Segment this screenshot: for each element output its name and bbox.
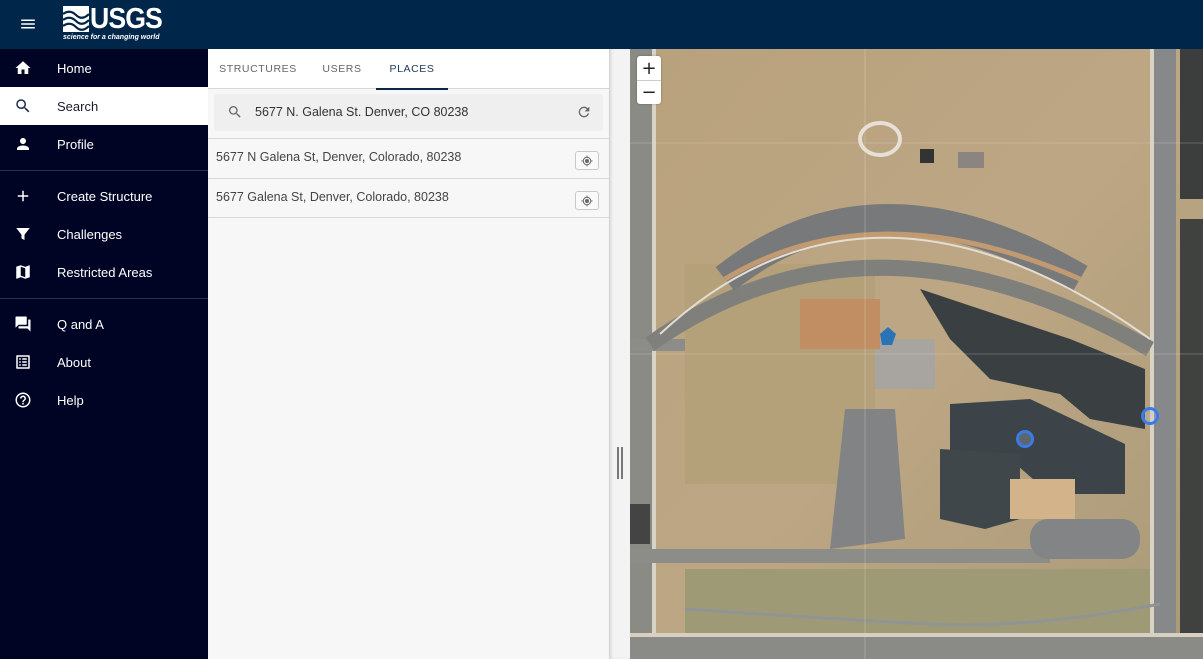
nav-divider [0, 298, 208, 299]
nav-item-about[interactable]: About [0, 343, 208, 381]
plus-icon [14, 187, 32, 205]
locate-target-icon [581, 155, 593, 166]
places-search-box [214, 94, 603, 131]
nav-item-restricted-areas[interactable]: Restricted Areas [0, 253, 208, 291]
map-zoom-control: + − [637, 56, 661, 104]
tab-places[interactable]: PLACES [376, 49, 448, 90]
hamburger-menu-icon [21, 19, 35, 29]
app-header: USGS science for a changing world [0, 0, 1203, 49]
search-tabs: STRUCTURES USERS PLACES [208, 49, 609, 90]
nav-item-label: Help [57, 392, 84, 408]
nav-divider [0, 170, 208, 171]
search-panel: STRUCTURES USERS PLACES 5677 N Galena St… [208, 49, 609, 659]
tab-users[interactable]: USERS [308, 49, 376, 89]
drag-grip-icon [617, 447, 623, 479]
nav-item-search[interactable]: Search [0, 87, 208, 125]
locate-target-icon [581, 195, 593, 206]
refresh-icon[interactable] [576, 104, 592, 120]
aerial-imagery [630, 49, 1203, 659]
nav-item-label: Profile [57, 136, 94, 152]
nav-item-profile[interactable]: Profile [0, 125, 208, 163]
tab-structures[interactable]: STRUCTURES [208, 49, 308, 89]
result-address: 5677 Galena St, Denver, Colorado, 80238 [216, 190, 449, 204]
locate-result-button[interactable] [575, 191, 599, 210]
nav-item-q-and-a[interactable]: Q and A [0, 305, 208, 343]
zoom-in-button[interactable]: + [637, 56, 661, 80]
list-alt-icon [14, 353, 32, 371]
nav-item-label: Home [57, 60, 92, 76]
logo-text: USGS [90, 3, 163, 35]
map-marker[interactable] [1016, 430, 1034, 448]
map-icon [14, 263, 32, 281]
nav-item-help[interactable]: Help [0, 381, 208, 419]
places-search-input[interactable] [255, 102, 555, 122]
filter-icon [14, 225, 32, 243]
map-marker[interactable] [1141, 407, 1159, 425]
side-navigation: Home Search Profile Create Structure Cha… [0, 49, 208, 659]
list-item[interactable]: 5677 N Galena St, Denver, Colorado, 8023… [208, 138, 609, 178]
nav-item-create-structure[interactable]: Create Structure [0, 177, 208, 215]
locate-result-button[interactable] [575, 151, 599, 170]
help-circle-icon [14, 391, 32, 409]
panel-resize-handle[interactable] [609, 49, 630, 659]
nav-item-home[interactable]: Home [0, 49, 208, 87]
result-address: 5677 N Galena St, Denver, Colorado, 8023… [216, 150, 462, 164]
nav-item-label: Q and A [57, 316, 104, 332]
home-icon [14, 59, 32, 77]
usgs-wave-icon [63, 6, 89, 32]
nav-item-challenges[interactable]: Challenges [0, 215, 208, 253]
menu-button[interactable] [14, 12, 42, 36]
person-icon [14, 135, 32, 153]
nav-item-label: Create Structure [57, 188, 153, 204]
search-icon [229, 106, 241, 118]
nav-item-label: About [57, 354, 91, 370]
forum-icon [14, 315, 32, 333]
places-results-list: 5677 N Galena St, Denver, Colorado, 8023… [208, 138, 609, 218]
map-view[interactable]: + − [630, 49, 1203, 659]
search-icon [14, 97, 32, 115]
nav-item-label: Restricted Areas [57, 264, 153, 280]
list-item[interactable]: 5677 Galena St, Denver, Colorado, 80238 [208, 178, 609, 218]
nav-item-label: Search [57, 98, 99, 114]
usgs-logo[interactable]: USGS science for a changing world [63, 5, 168, 43]
nav-item-label: Challenges [57, 226, 123, 242]
zoom-out-button[interactable]: − [637, 80, 661, 104]
logo-tagline: science for a changing world [63, 34, 160, 41]
